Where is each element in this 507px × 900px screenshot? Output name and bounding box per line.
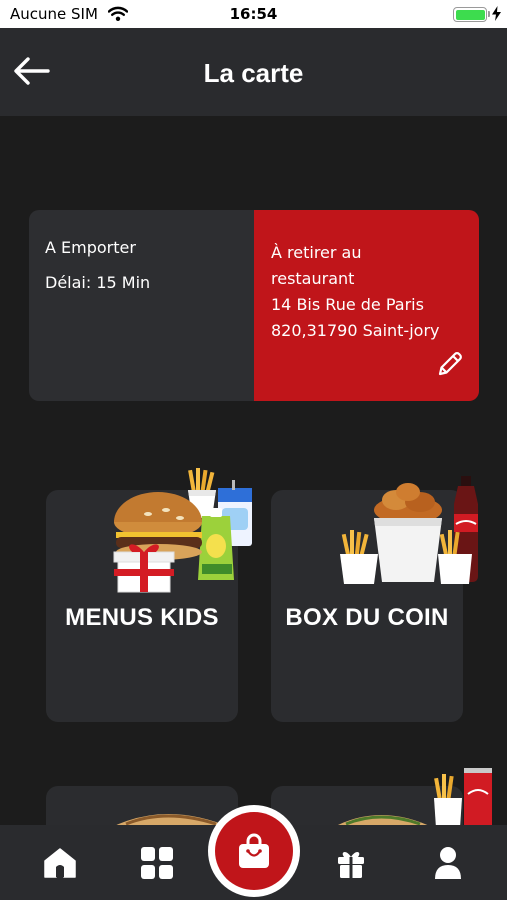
pickup-line-2: restaurant: [271, 269, 355, 288]
battery-icon: [453, 7, 487, 22]
tab-home[interactable]: [40, 843, 80, 883]
charging-icon: [492, 6, 501, 21]
chicken-box-image: [340, 476, 478, 584]
order-mode-panel: A Emporter Délai: 15 Min: [29, 210, 254, 401]
cart-button-inner: [215, 812, 293, 890]
header: La carte: [0, 28, 507, 116]
tab-profile[interactable]: [428, 843, 468, 883]
page-title: La carte: [203, 58, 304, 88]
gift-icon: [338, 852, 364, 878]
grid-icon: [141, 847, 173, 879]
pencil-icon[interactable]: [435, 349, 465, 379]
kids-menu-image: [113, 468, 252, 593]
cart-button[interactable]: [208, 805, 300, 897]
order-info-card: A Emporter Délai: 15 Min À retirer au re…: [29, 210, 479, 401]
sandwich-cola-image: [332, 768, 492, 828]
address-line-2: 820,31790 Saint-jory: [271, 321, 440, 340]
status-bar: Aucune SIM 16:54: [0, 0, 507, 28]
pickup-address-panel: À retirer au restaurant 14 Bis Rue de Pa…: [254, 210, 479, 401]
app-screen: Aucune SIM 16:54 La carte A Emporter Dél…: [0, 0, 507, 900]
home-icon: [44, 848, 76, 878]
address-line-1: 14 Bis Rue de Paris: [271, 295, 424, 314]
category-label: BOX DU COIN: [285, 604, 449, 631]
clock: 16:54: [229, 5, 278, 23]
category-label: MENUS KIDS: [65, 604, 219, 631]
bag-icon: [239, 833, 269, 868]
tab-catalog[interactable]: [137, 843, 177, 883]
profile-icon: [435, 847, 461, 879]
order-mode: A Emporter: [45, 238, 136, 257]
tab-rewards[interactable]: [331, 843, 371, 883]
order-delay: Délai: 15 Min: [45, 273, 151, 292]
pickup-line-1: À retirer au: [271, 243, 362, 262]
battery-tip: [488, 11, 490, 17]
